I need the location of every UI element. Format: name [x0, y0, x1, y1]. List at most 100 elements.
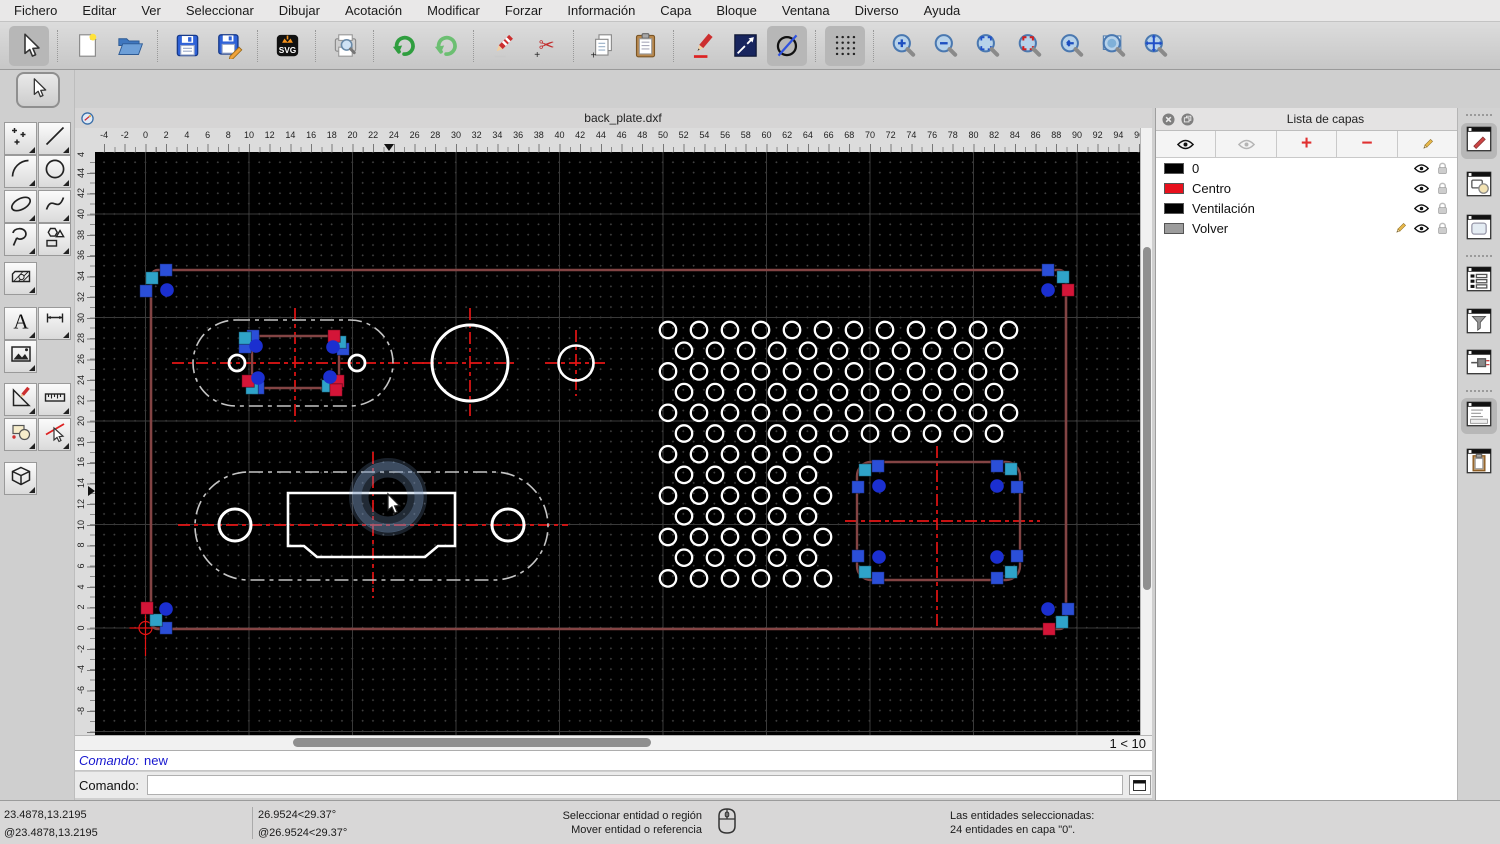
undo-button[interactable] [383, 26, 423, 66]
zoom-in-button[interactable] [883, 26, 923, 66]
solid-box-tool-button[interactable] [4, 462, 37, 495]
layer-lock-icon[interactable] [1434, 162, 1451, 175]
arc-tool-button[interactable] [4, 155, 37, 188]
select-tool-button[interactable] [16, 72, 60, 108]
command-input[interactable] [146, 775, 1123, 795]
circle-tool-button[interactable] [38, 155, 71, 188]
select-arrow-button[interactable] [9, 25, 49, 66]
pen-attributes-button[interactable] [683, 26, 723, 66]
layer-row[interactable]: Ventilación [1156, 198, 1457, 218]
select-entity-tool-button[interactable] [38, 418, 71, 451]
polygon-tool-button[interactable] [38, 223, 71, 256]
layer-lock-icon[interactable] [1434, 182, 1451, 195]
menu-bloque[interactable]: Bloque [716, 3, 756, 18]
hide-all-layers-button[interactable] [1216, 131, 1277, 157]
menu-editar[interactable]: Editar [82, 3, 116, 18]
save-button[interactable] [167, 26, 207, 66]
add-layer-button[interactable]: + [1277, 131, 1338, 157]
text-tool-button[interactable]: A [4, 307, 37, 340]
horizontal-scrollbar-thumb[interactable] [293, 738, 651, 747]
hatch-tool-button[interactable] [4, 262, 37, 295]
copy-button[interactable]: + [583, 26, 623, 66]
menu-capa[interactable]: Capa [660, 3, 691, 18]
circle-diameter-button[interactable] [767, 25, 807, 66]
ruler-left-label: 18 [76, 436, 86, 447]
zoom-previous-button[interactable] [1051, 26, 1091, 66]
menu-ayuda[interactable]: Ayuda [924, 3, 961, 18]
float-panel-icon[interactable] [1181, 112, 1194, 126]
horizontal-scrollbar[interactable] [95, 736, 1105, 750]
line-tool-button[interactable] [38, 122, 71, 155]
open-file-button[interactable] [109, 26, 149, 66]
clipboard-window-dock-button[interactable] [1461, 445, 1497, 481]
ellipse-tool-button[interactable] [4, 190, 37, 223]
menu-modificar[interactable]: Modificar [427, 3, 480, 18]
zoom-out-button[interactable] [925, 26, 965, 66]
undo-icon [390, 32, 417, 59]
shapes-window-dock-button[interactable] [1461, 168, 1497, 204]
vertical-scrollbar-thumb[interactable] [1143, 247, 1151, 590]
paste-button[interactable] [625, 26, 665, 66]
menu-dibujar[interactable]: Dibujar [279, 3, 320, 18]
close-icon[interactable] [1162, 112, 1175, 126]
menu-seleccionar[interactable]: Seleccionar [186, 3, 254, 18]
remove-layer-button[interactable]: − [1337, 131, 1398, 157]
menu-ver[interactable]: Ver [141, 3, 161, 18]
new-document-button[interactable] [67, 26, 107, 66]
menu-diverso[interactable]: Diverso [855, 3, 899, 18]
print-preview-button[interactable] [325, 26, 365, 66]
grid-toggle-button[interactable] [825, 25, 865, 66]
command-window-dock-button[interactable] [1461, 398, 1497, 434]
command-window-button[interactable] [1128, 775, 1151, 795]
tool-window-dock-button[interactable] [1461, 346, 1497, 382]
layer-visibility-icon[interactable] [1413, 182, 1430, 195]
line-attributes-button[interactable] [725, 26, 765, 66]
zoom-pan-button[interactable] [1135, 26, 1175, 66]
submenu-corner [63, 147, 69, 153]
drawing-canvas[interactable] [95, 152, 1140, 735]
modify-tool-button[interactable] [4, 383, 37, 416]
ruler-top-label: -4 [100, 130, 109, 140]
menu-ventana[interactable]: Ventana [782, 3, 830, 18]
menu-informacion[interactable]: Información [567, 3, 635, 18]
ruler-top-label: 96 [1134, 130, 1140, 140]
menu-fichero[interactable]: Fichero [14, 3, 57, 18]
layer-visibility-icon[interactable] [1413, 222, 1430, 235]
zoom-selected-button[interactable] [1009, 26, 1049, 66]
funnel-window-dock-button[interactable] [1461, 305, 1497, 341]
polyline-tool-button[interactable] [4, 223, 37, 256]
layer-row[interactable]: 0 [1156, 158, 1457, 178]
ruler-top-label: 56 [720, 130, 731, 140]
block-tool-button[interactable] [4, 418, 37, 451]
zoom-auto-button[interactable] [967, 26, 1007, 66]
measure-tool-button[interactable] [38, 383, 71, 416]
ruler-cursor-marker-x [383, 144, 394, 151]
image-tool-button[interactable] [4, 340, 37, 373]
tool-palette: A [0, 70, 75, 800]
frame-window-dock-button[interactable] [1461, 211, 1497, 247]
save-as-button[interactable] [209, 26, 249, 66]
layer-lock-icon[interactable] [1434, 222, 1451, 235]
list-window-dock-button[interactable] [1461, 263, 1497, 299]
layer-visibility-icon[interactable] [1413, 202, 1430, 215]
delete-eraser-button[interactable] [483, 26, 523, 66]
menu-acotacion[interactable]: Acotación [345, 3, 402, 18]
layer-lock-icon[interactable] [1434, 202, 1451, 215]
layer-row[interactable]: Volver [1156, 218, 1457, 238]
cut-button[interactable]: ✂ + [525, 26, 565, 66]
show-all-layers-button[interactable] [1156, 131, 1217, 157]
zoom-window-button[interactable] [1093, 26, 1133, 66]
delete-eraser-icon [490, 32, 517, 59]
pen-window-dock-button[interactable] [1461, 123, 1497, 159]
menu-forzar[interactable]: Forzar [505, 3, 543, 18]
points-tool-button[interactable] [4, 122, 37, 155]
vertical-scrollbar[interactable] [1140, 128, 1152, 735]
edit-layer-button[interactable] [1398, 131, 1457, 157]
redo-button[interactable] [425, 26, 465, 66]
dimension-tool-button[interactable] [38, 307, 71, 340]
svg-export-button[interactable]: SVG [267, 26, 307, 66]
layer-row[interactable]: Centro [1156, 178, 1457, 198]
spline-tool-button[interactable] [38, 190, 71, 223]
selection-info-line1: Las entidades seleccionadas: [950, 810, 1095, 822]
layer-visibility-icon[interactable] [1413, 162, 1430, 175]
